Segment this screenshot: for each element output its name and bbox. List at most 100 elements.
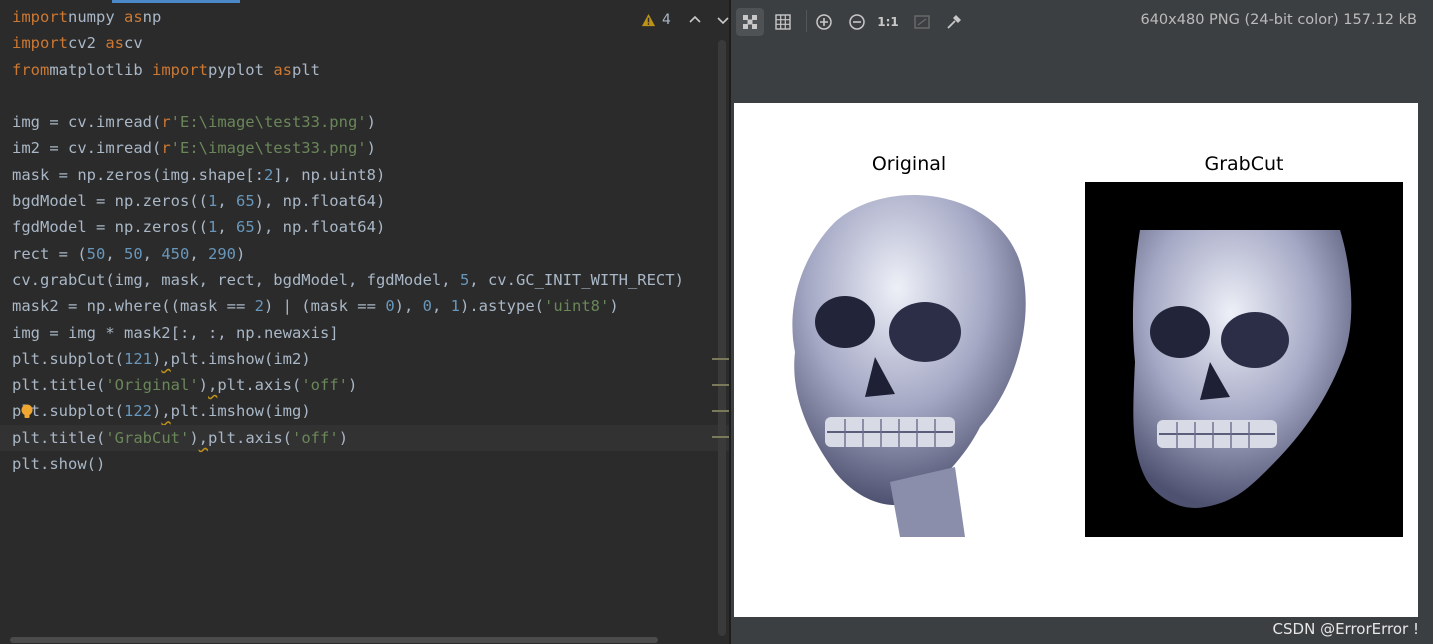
code-token: mask2 = np.where((mask ==	[12, 297, 255, 316]
zoom-in-button[interactable]	[810, 8, 838, 36]
fit-zoom-icon	[914, 15, 930, 29]
code-token: )	[236, 244, 246, 263]
toolbar-separator	[806, 10, 807, 32]
code-line[interactable]: bgdModel = np.zeros((1, 65), np.float64)	[12, 188, 729, 214]
chevron-up-icon[interactable]	[687, 12, 703, 28]
code-token: ], np.uint8)	[273, 165, 386, 184]
code-token: )	[189, 428, 199, 447]
code-token: 'Original'	[105, 376, 199, 395]
code-line[interactable]: plt.subplot(122),plt.imshow(img)	[12, 398, 729, 424]
horizontal-scrollbar[interactable]	[10, 637, 658, 643]
code-token: )	[151, 402, 162, 421]
scroll-marker	[712, 384, 729, 386]
scroll-marker	[712, 436, 729, 438]
code-token: pyplot	[207, 60, 274, 79]
color-picker-button[interactable]	[940, 8, 968, 36]
actual-size-button[interactable]: 1:1	[874, 8, 902, 36]
code-token: 0	[422, 297, 432, 316]
color-picker-icon	[947, 15, 961, 29]
code-token: plt.axis(	[208, 428, 293, 447]
code-token: as	[105, 34, 124, 53]
code-token: import	[12, 34, 68, 53]
code-line[interactable]: mask = np.zeros(img.shape[:2], np.uint8)	[12, 162, 729, 188]
code-token: im2 = cv.imread(	[12, 139, 162, 158]
zoom-out-button[interactable]	[843, 8, 871, 36]
code-token: 'E:\image\test33.png'	[170, 139, 367, 158]
code-token: mask = np.zeros(img.shape[:	[12, 165, 264, 184]
code-token: plt.show()	[12, 455, 106, 474]
code-token: ,	[217, 218, 236, 237]
code-token: plt.subplot(	[12, 349, 124, 368]
code-token: plt.imshow(img)	[170, 402, 311, 421]
code-token: import	[151, 60, 208, 79]
code-token: 65	[235, 192, 255, 211]
code-token: 5	[459, 270, 470, 289]
code-line[interactable]: img = img * mask2[:, :, np.newaxis]	[12, 320, 729, 346]
code-line[interactable]: frommatplotlib importpyplot asplt	[12, 57, 729, 83]
code-area[interactable]: importnumpy asnp importcv2 ascv frommatplo…	[0, 4, 729, 477]
code-token: ,	[217, 192, 236, 211]
code-token: 0	[385, 297, 395, 316]
code-line[interactable]: plt.title('Original'),plt.axis('off')	[12, 372, 729, 398]
code-token: 'off'	[292, 428, 339, 447]
code-token: rect = (	[12, 244, 87, 263]
inspection-widget[interactable]: 4	[641, 10, 731, 30]
code-token: matplotlib	[49, 60, 152, 79]
code-line[interactable]: importcv2 ascv	[12, 30, 729, 56]
code-token: np	[142, 8, 162, 26]
code-token: plt.axis(	[217, 376, 302, 395]
code-line[interactable]: plt.title('GrabCut'),plt.axis('off')	[0, 424, 729, 452]
code-line[interactable]: plt.show()	[12, 451, 729, 477]
skull-image	[792, 195, 1026, 537]
original-image	[765, 182, 1083, 537]
code-token: import	[12, 8, 68, 26]
code-token: )	[151, 349, 162, 368]
code-token: ) | (mask ==	[263, 297, 386, 316]
scroll-marker	[712, 358, 729, 360]
code-token: 450	[161, 244, 190, 263]
chessboard-button[interactable]	[736, 8, 764, 36]
code-token: cv	[124, 34, 143, 53]
code-line[interactable]: mask2 = np.where((mask == 2) | (mask == …	[12, 293, 729, 319]
code-token: 122	[123, 402, 152, 421]
code-token: )	[348, 376, 358, 395]
chessboard-icon	[743, 15, 757, 29]
code-line[interactable]: cv.grabCut(img, mask, rect, bgdModel, fg…	[12, 267, 729, 293]
code-token: 'off'	[301, 376, 349, 395]
code-token: bgdModel = np.zeros((	[12, 192, 208, 211]
vertical-scrollbar[interactable]	[718, 40, 726, 636]
zoom-in-icon	[816, 14, 832, 30]
code-line[interactable]: img = cv.imread(r'E:\image\test33.png')	[12, 109, 729, 135]
code-token: as	[124, 8, 143, 26]
code-token: ), np.float64)	[254, 192, 386, 211]
code-token: 50	[124, 244, 143, 263]
lightbulb-icon[interactable]	[20, 404, 34, 420]
code-line[interactable]: plt.subplot(121),plt.imshow(im2)	[12, 346, 729, 372]
grid-button[interactable]	[769, 8, 797, 36]
code-token: img = img * mask2[:, :, np.newaxis]	[12, 323, 339, 342]
image-toolbar: 1:1 640x480 PNG (24-bit color) 157.12 kB	[731, 0, 1433, 42]
grabcut-image	[1085, 182, 1403, 537]
actual-size-icon: 1:1	[877, 15, 899, 29]
code-token: 'E:\image\test33.png'	[170, 113, 367, 132]
subplot-title-original: Original	[871, 153, 947, 175]
code-editor[interactable]: importnumpy asnp importcv2 ascv frommatplo…	[0, 0, 729, 644]
active-tab-indicator	[112, 0, 240, 3]
code-token: fgdModel = np.zeros((	[12, 218, 208, 237]
code-token: 'uint8'	[544, 297, 610, 316]
code-line[interactable]	[12, 83, 729, 109]
warning-count[interactable]: 4	[662, 12, 671, 28]
code-line[interactable]: fgdModel = np.zeros((1, 65), np.float64)	[12, 214, 729, 240]
code-line[interactable]: rect = (50, 50, 450, 290)	[12, 241, 729, 267]
warning-triangle-icon[interactable]	[641, 13, 656, 28]
code-token: 1	[207, 192, 218, 211]
code-line[interactable]: importnumpy asnp	[12, 4, 729, 30]
code-token: as	[273, 60, 292, 79]
code-token: from	[12, 60, 50, 79]
code-token: ).astype(	[460, 297, 545, 316]
fit-zoom-button[interactable]	[908, 8, 936, 36]
code-token: ,	[198, 428, 209, 447]
code-line[interactable]: im2 = cv.imread(r'E:\image\test33.png')	[12, 135, 729, 161]
code-token: ),	[394, 297, 423, 316]
code-token: 'GrabCut'	[105, 428, 190, 447]
